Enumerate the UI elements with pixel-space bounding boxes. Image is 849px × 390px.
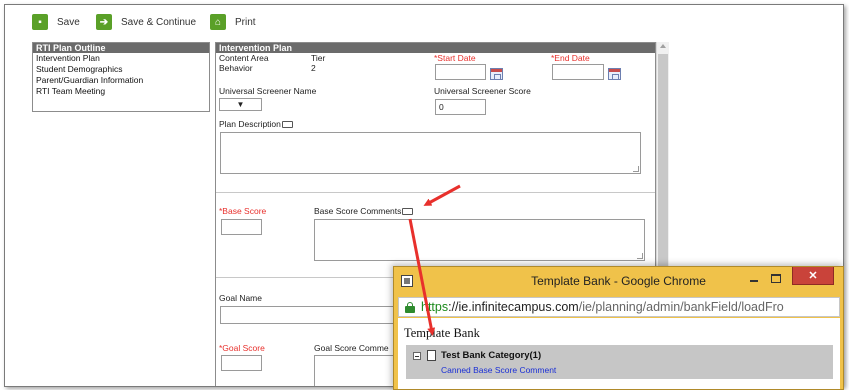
canned-comment-link[interactable]: Canned Base Score Comment	[441, 365, 556, 375]
note-icon[interactable]	[281, 121, 293, 128]
arrow-right-icon: ➔	[96, 14, 112, 30]
collapse-icon[interactable]	[413, 352, 421, 360]
base-score-input[interactable]	[221, 219, 262, 235]
toolbar: ▪ Save ➔ Save & Continue ⌂ Print	[5, 5, 843, 35]
address-bar[interactable]: https://ie.infinitecampus.com/ie/plannin…	[398, 297, 840, 317]
chevron-down-icon: ▼	[236, 100, 245, 109]
maximize-icon[interactable]	[771, 274, 781, 283]
url-host: ://ie.infinitecampus.com	[448, 300, 579, 314]
outline-header: RTI Plan Outline	[33, 43, 209, 53]
url-path: /ie/planning/admin/bankField/loadFro	[578, 300, 784, 314]
plan-description-textarea[interactable]	[220, 132, 641, 174]
goal-name-label: Goal Name	[219, 293, 262, 303]
lock-icon	[405, 302, 415, 313]
base-score-label: *Base Score	[219, 206, 267, 216]
screener-name-select[interactable]: ▼	[219, 98, 262, 111]
save-continue-button[interactable]: ➔ Save & Continue	[96, 14, 196, 30]
plan-description-text: Plan Description	[219, 119, 281, 129]
printer-icon: ⌂	[210, 14, 226, 30]
document-icon	[427, 350, 436, 361]
base-score-comments-label: Base Score Comments	[314, 206, 414, 216]
calendar-icon[interactable]	[608, 68, 621, 80]
plan-description-label: Plan Description	[219, 119, 293, 129]
outline-item-student-demographics[interactable]: Student Demographics	[33, 64, 209, 75]
resize-handle-icon[interactable]	[633, 166, 639, 172]
calendar-icon[interactable]	[490, 68, 503, 80]
screener-score-label: Universal Screener Score	[434, 86, 531, 96]
outline-item-intervention-plan[interactable]: Intervention Plan	[33, 53, 209, 64]
template-bank-tree: Test Bank Category(1) Canned Base Score …	[406, 345, 833, 379]
template-bank-content: Template Bank Test Bank Category(1) Cann…	[398, 318, 840, 389]
base-score-comments-textarea[interactable]	[314, 219, 645, 261]
goal-score-input[interactable]	[221, 355, 262, 371]
outline-item-rti-team-meeting[interactable]: RTI Team Meeting	[33, 86, 209, 97]
tier-label: Tier	[311, 53, 326, 63]
base-score-comments-text: Base Score Comments	[314, 206, 402, 216]
content-area-label: Content Area	[219, 53, 269, 63]
scroll-thumb[interactable]	[658, 54, 668, 284]
floppy-icon: ▪	[32, 14, 48, 30]
close-button[interactable]: ✕	[792, 267, 834, 285]
save-continue-label: Save & Continue	[121, 16, 197, 28]
goal-score-comments-label: Goal Score Comme	[314, 343, 389, 353]
outline-item-parent-guardian[interactable]: Parent/Guardian Information	[33, 75, 209, 86]
screener-name-label: Universal Screener Name	[219, 86, 317, 96]
tier-value: 2	[311, 63, 316, 73]
end-date-input[interactable]	[552, 64, 604, 80]
goal-score-label: *Goal Score	[219, 343, 265, 353]
bank-category-label[interactable]: Test Bank Category(1)	[441, 350, 541, 361]
save-button[interactable]: ▪ Save	[32, 14, 80, 30]
minimize-icon[interactable]	[749, 274, 759, 284]
rti-plan-outline: RTI Plan Outline Intervention Plan Stude…	[32, 42, 210, 112]
scroll-up-icon[interactable]	[660, 44, 666, 48]
template-bank-title: Template Bank	[404, 326, 480, 340]
start-date-label: *Start Date	[434, 53, 476, 63]
template-bank-window: Template Bank - Google Chrome ✕ https://…	[393, 266, 844, 390]
save-label: Save	[57, 16, 80, 28]
url-scheme: https	[421, 300, 449, 314]
end-date-label: *End Date	[551, 53, 590, 63]
print-label: Print	[235, 16, 256, 28]
divider	[216, 192, 655, 193]
note-icon[interactable]	[402, 208, 414, 215]
screener-score-input[interactable]: 0	[435, 99, 486, 115]
print-button[interactable]: ⌂ Print	[210, 14, 256, 30]
plan-header: Intervention Plan	[216, 43, 655, 53]
resize-handle-icon[interactable]	[637, 253, 643, 259]
content-area-value: Behavior	[219, 63, 253, 73]
start-date-input[interactable]	[435, 64, 486, 80]
